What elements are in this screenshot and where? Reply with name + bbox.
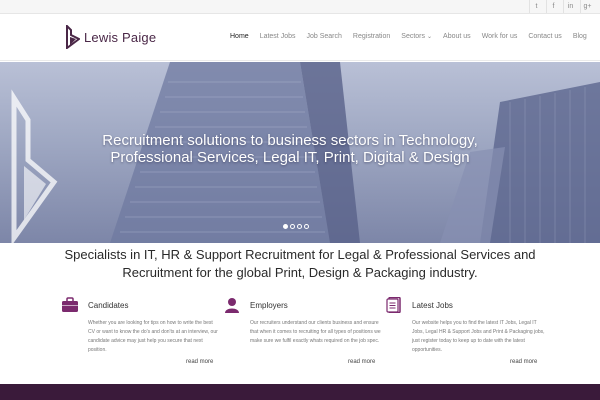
linkedin-icon[interactable]: in — [563, 0, 577, 13]
latest-jobs-read-more-link[interactable]: read more — [510, 359, 537, 365]
facebook-icon[interactable]: f — [546, 0, 560, 13]
site-header: Lewis Paige Home Latest Jobs Job Search … — [0, 14, 600, 61]
slider-dot[interactable] — [283, 224, 288, 229]
nav-blog[interactable]: Blog — [573, 33, 587, 40]
candidates-read-more-link[interactable]: read more — [186, 359, 213, 365]
employers-read-more-link[interactable]: read more — [348, 359, 375, 365]
nav-job-search[interactable]: Job Search — [307, 33, 342, 40]
logo-mark-icon — [66, 25, 80, 49]
nav-work-for-us[interactable]: Work for us — [482, 33, 518, 40]
hero-title: Recruitment solutions to business sector… — [102, 132, 478, 166]
user-icon — [225, 298, 239, 313]
social-links: t f in g+ — [526, 0, 594, 14]
employers-title: Employers — [250, 300, 288, 310]
hero-slider: Recruitment solutions to business sector… — [0, 62, 600, 243]
candidates-section: Candidates Whether you are looking for t… — [61, 297, 221, 355]
nav-sectors[interactable]: Sectors ⌄ — [401, 33, 432, 40]
main-nav: Home Latest Jobs Job Search Registration… — [230, 33, 598, 40]
candidates-text: Whether you are looking for tips on how … — [88, 320, 218, 353]
slider-dots — [283, 224, 311, 229]
brand-name: Lewis Paige — [84, 29, 157, 45]
latest-jobs-section: Latest Jobs Our website helps you to fin… — [385, 297, 545, 355]
nav-latest-jobs[interactable]: Latest Jobs — [260, 33, 296, 40]
chevron-down-icon: ⌄ — [427, 34, 433, 40]
googleplus-icon[interactable]: g+ — [580, 0, 594, 13]
document-icon — [386, 297, 401, 313]
nav-about-us[interactable]: About us — [443, 33, 471, 40]
logo[interactable]: Lewis Paige — [66, 25, 156, 49]
nav-sectors-label: Sectors — [401, 33, 426, 40]
latest-jobs-title: Latest Jobs — [412, 300, 453, 310]
employers-section: Employers Our recruiters understand our … — [223, 297, 383, 346]
twitter-icon[interactable]: t — [529, 0, 543, 13]
footer-band — [0, 384, 600, 400]
top-bar: t f in g+ — [0, 0, 600, 14]
nav-registration[interactable]: Registration — [353, 33, 390, 40]
employers-text: Our recruiters understand our clients bu… — [250, 320, 381, 344]
logo-watermark — [11, 89, 58, 243]
intro-heading: Specialists in IT, HR & Support Recruitm… — [64, 247, 536, 280]
slider-dot[interactable] — [297, 224, 302, 229]
candidates-title: Candidates — [88, 300, 129, 310]
nav-contact-us[interactable]: Contact us — [528, 33, 561, 40]
briefcase-icon — [62, 297, 78, 312]
slider-dot[interactable] — [304, 224, 309, 229]
nav-home[interactable]: Home — [230, 33, 249, 40]
latest-jobs-text: Our website helps you to find the latest… — [412, 320, 545, 353]
slider-dot[interactable] — [290, 224, 295, 229]
